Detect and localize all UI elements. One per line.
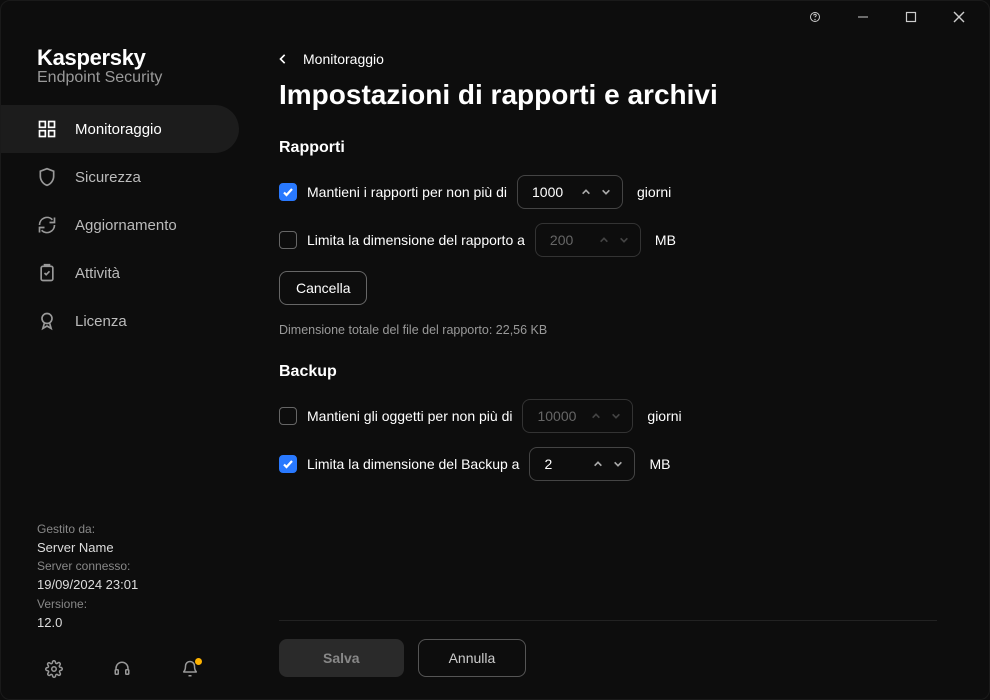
label-keep-backup: Mantieni gli oggetti per non più di (307, 408, 512, 424)
sidebar: Kaspersky Endpoint Security Monitoraggio… (1, 33, 247, 699)
dashboard-icon (37, 119, 57, 139)
stepper-limit-reports: 200 (535, 223, 641, 257)
stepper-keep-reports[interactable]: 1000 (517, 175, 623, 209)
brand-title: Kaspersky (37, 45, 247, 71)
report-size-text: Dimensione totale del file del rapporto:… (279, 323, 937, 337)
chevron-down-icon[interactable] (598, 184, 614, 200)
sidebar-item-monitoring[interactable]: Monitoraggio (1, 105, 247, 153)
unit-mb: MB (649, 456, 670, 472)
brand-subtitle: Endpoint Security (37, 69, 247, 87)
checkbox-keep-reports[interactable] (279, 183, 297, 201)
managed-by-label: Gestito da: (37, 520, 247, 538)
label-limit-reports: Limita la dimensione del rapporto a (307, 232, 525, 248)
row-limit-reports: Limita la dimensione del rapporto a 200 … (279, 223, 937, 257)
clear-button[interactable]: Cancella (279, 271, 367, 305)
titlebar (1, 1, 989, 33)
sidebar-footer: Gestito da: Server Name Server connesso:… (1, 520, 247, 651)
managed-by-value: Server Name (37, 538, 247, 558)
badge-icon (37, 311, 57, 331)
label-limit-backup: Limita la dimensione del Backup a (307, 456, 519, 472)
sidebar-item-security[interactable]: Sicurezza (1, 153, 247, 201)
breadcrumb: Monitoraggio (275, 51, 937, 67)
close-icon[interactable] (937, 3, 981, 31)
brand: Kaspersky Endpoint Security (1, 45, 247, 105)
row-limit-backup: Limita la dimensione del Backup a 2 MB (279, 447, 937, 481)
bell-icon[interactable] (181, 660, 199, 681)
stepper-value: 10000 (537, 408, 576, 424)
chevron-down-icon (608, 408, 624, 424)
stepper-value: 2 (544, 456, 578, 472)
checkbox-keep-backup[interactable] (279, 407, 297, 425)
stepper-value: 1000 (532, 184, 566, 200)
shield-icon (37, 167, 57, 187)
chevron-up-icon (596, 232, 612, 248)
sidebar-item-label: Licenza (75, 313, 127, 330)
back-icon[interactable] (275, 51, 291, 67)
row-clear: Cancella (279, 271, 937, 305)
label-keep-reports: Mantieni i rapporti per non più di (307, 184, 507, 200)
page-title: Impostazioni di rapporti e archivi (279, 79, 937, 111)
version-label: Versione: (37, 595, 247, 613)
save-button[interactable]: Salva (279, 639, 404, 677)
sidebar-item-license[interactable]: Licenza (1, 297, 247, 345)
unit-days: giorni (637, 184, 671, 200)
stepper-keep-backup: 10000 (522, 399, 633, 433)
checkbox-limit-reports[interactable] (279, 231, 297, 249)
unit-days: giorni (647, 408, 681, 424)
connected-value: 19/09/2024 23:01 (37, 575, 247, 595)
chevron-up-icon (588, 408, 604, 424)
sidebar-item-label: Sicurezza (75, 169, 141, 186)
bottom-icons (1, 650, 247, 699)
stepper-limit-backup[interactable]: 2 (529, 447, 635, 481)
gear-icon[interactable] (45, 660, 63, 681)
refresh-icon (37, 215, 57, 235)
sidebar-item-tasks[interactable]: Attività (1, 249, 247, 297)
section-title-backup: Backup (279, 363, 937, 381)
sidebar-item-update[interactable]: Aggiornamento (1, 201, 247, 249)
nav: Monitoraggio Sicurezza Aggiornamento Att… (1, 105, 247, 520)
sidebar-item-label: Aggiornamento (75, 217, 177, 234)
clipboard-icon (37, 263, 57, 283)
chevron-up-icon[interactable] (578, 184, 594, 200)
unit-mb: MB (655, 232, 676, 248)
help-icon[interactable] (793, 3, 837, 31)
row-keep-backup: Mantieni gli oggetti per non più di 1000… (279, 399, 937, 433)
main-content: Monitoraggio Impostazioni di rapporti e … (247, 33, 989, 699)
row-keep-reports: Mantieni i rapporti per non più di 1000 … (279, 175, 937, 209)
checkbox-limit-backup[interactable] (279, 455, 297, 473)
cancel-button[interactable]: Annulla (418, 639, 527, 677)
chevron-down-icon (616, 232, 632, 248)
version-value: 12.0 (37, 613, 247, 633)
chevron-down-icon[interactable] (610, 456, 626, 472)
section-title-reports: Rapporti (279, 139, 937, 157)
sidebar-item-label: Attività (75, 265, 120, 282)
breadcrumb-label[interactable]: Monitoraggio (303, 51, 384, 67)
minimize-icon[interactable] (841, 3, 885, 31)
sidebar-item-label: Monitoraggio (75, 121, 162, 138)
connected-label: Server connesso: (37, 557, 247, 575)
notification-badge (195, 658, 202, 665)
chevron-up-icon[interactable] (590, 456, 606, 472)
stepper-value: 200 (550, 232, 584, 248)
maximize-icon[interactable] (889, 3, 933, 31)
headset-icon[interactable] (113, 660, 131, 681)
footer-bar: Salva Annulla (279, 620, 937, 699)
